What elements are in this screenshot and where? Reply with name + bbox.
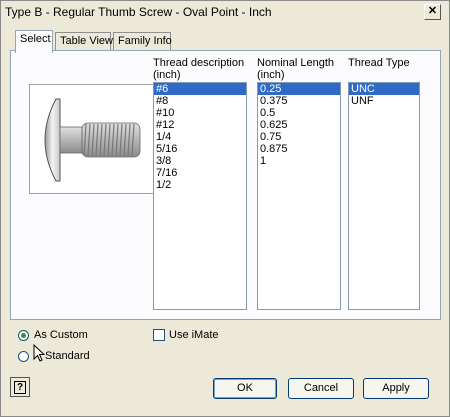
use-imate-checkbox[interactable] — [153, 329, 165, 341]
thumb-screw-preview-image — [29, 84, 157, 194]
nominal-length-label: Nominal Length (inch) — [257, 57, 334, 81]
list-item[interactable]: 1 — [258, 155, 340, 167]
cancel-button[interactable]: Cancel — [288, 378, 354, 399]
tab-select[interactable]: Select — [15, 30, 53, 53]
list-item[interactable]: 3/8 — [154, 155, 246, 167]
help-icon: ? — [14, 381, 26, 394]
thread-description-label-line1: Thread description — [153, 57, 245, 69]
list-item[interactable]: 0.25 — [258, 83, 340, 95]
list-item[interactable]: UNC — [349, 83, 419, 95]
help-button[interactable]: ? — [10, 377, 30, 397]
list-item[interactable]: #12 — [154, 119, 246, 131]
thread-type-label: Thread Type — [348, 57, 410, 69]
close-button[interactable]: ✕ — [424, 4, 441, 20]
use-imate-label[interactable]: Use iMate — [169, 329, 219, 341]
standard-label[interactable]: Standard — [45, 350, 90, 362]
nominal-length-label-line2: (inch) — [257, 69, 285, 81]
list-item[interactable]: #8 — [154, 95, 246, 107]
apply-button[interactable]: Apply — [363, 378, 429, 399]
nominal-length-label-line1: Nominal Length — [257, 57, 335, 69]
list-item[interactable]: 1/4 — [154, 131, 246, 143]
list-item[interactable]: 0.375 — [258, 95, 340, 107]
thumb-screw-icon — [44, 98, 141, 182]
thread-type-list[interactable]: UNC UNF — [348, 82, 420, 310]
list-item[interactable]: 0.75 — [258, 131, 340, 143]
tab-table-view[interactable]: Table View — [55, 32, 113, 51]
as-custom-radio[interactable] — [18, 330, 29, 341]
standard-radio[interactable] — [18, 351, 29, 362]
thread-description-list[interactable]: #6 #8 #10 #12 1/4 5/16 3/8 7/16 1/2 — [153, 82, 247, 310]
list-item[interactable]: 0.5 — [258, 107, 340, 119]
list-item[interactable]: 1/2 — [154, 179, 246, 191]
dialog-window: Type B - Regular Thumb Screw - Oval Poin… — [0, 0, 450, 417]
select-tab-panel: Thread description (inch) #6 #8 #10 #12 1/4 5… — [10, 50, 441, 320]
list-item[interactable]: 5/16 — [154, 143, 246, 155]
window-title: Type B - Regular Thumb Screw - Oval Poin… — [5, 5, 272, 19]
thread-description-label-line2: (inch) — [153, 69, 181, 81]
thread-description-label: Thread description (inch) — [153, 57, 244, 81]
list-item[interactable]: UNF — [349, 95, 419, 107]
title-bar[interactable]: Type B - Regular Thumb Screw - Oval Poin… — [1, 1, 449, 23]
list-item[interactable]: #6 — [154, 83, 246, 95]
list-item[interactable]: 0.625 — [258, 119, 340, 131]
tab-family-info[interactable]: Family Info — [113, 32, 172, 51]
nominal-length-list[interactable]: 0.25 0.375 0.5 0.625 0.75 0.875 1 — [257, 82, 341, 310]
ok-button[interactable]: OK — [213, 378, 277, 399]
radio-selected-dot — [21, 333, 26, 338]
as-custom-label[interactable]: As Custom — [34, 329, 88, 341]
list-item[interactable]: 7/16 — [154, 167, 246, 179]
mouse-cursor-icon — [33, 344, 45, 362]
list-item[interactable]: #10 — [154, 107, 246, 119]
thread-type-label-line1: Thread Type — [348, 57, 410, 69]
list-item[interactable]: 0.875 — [258, 143, 340, 155]
